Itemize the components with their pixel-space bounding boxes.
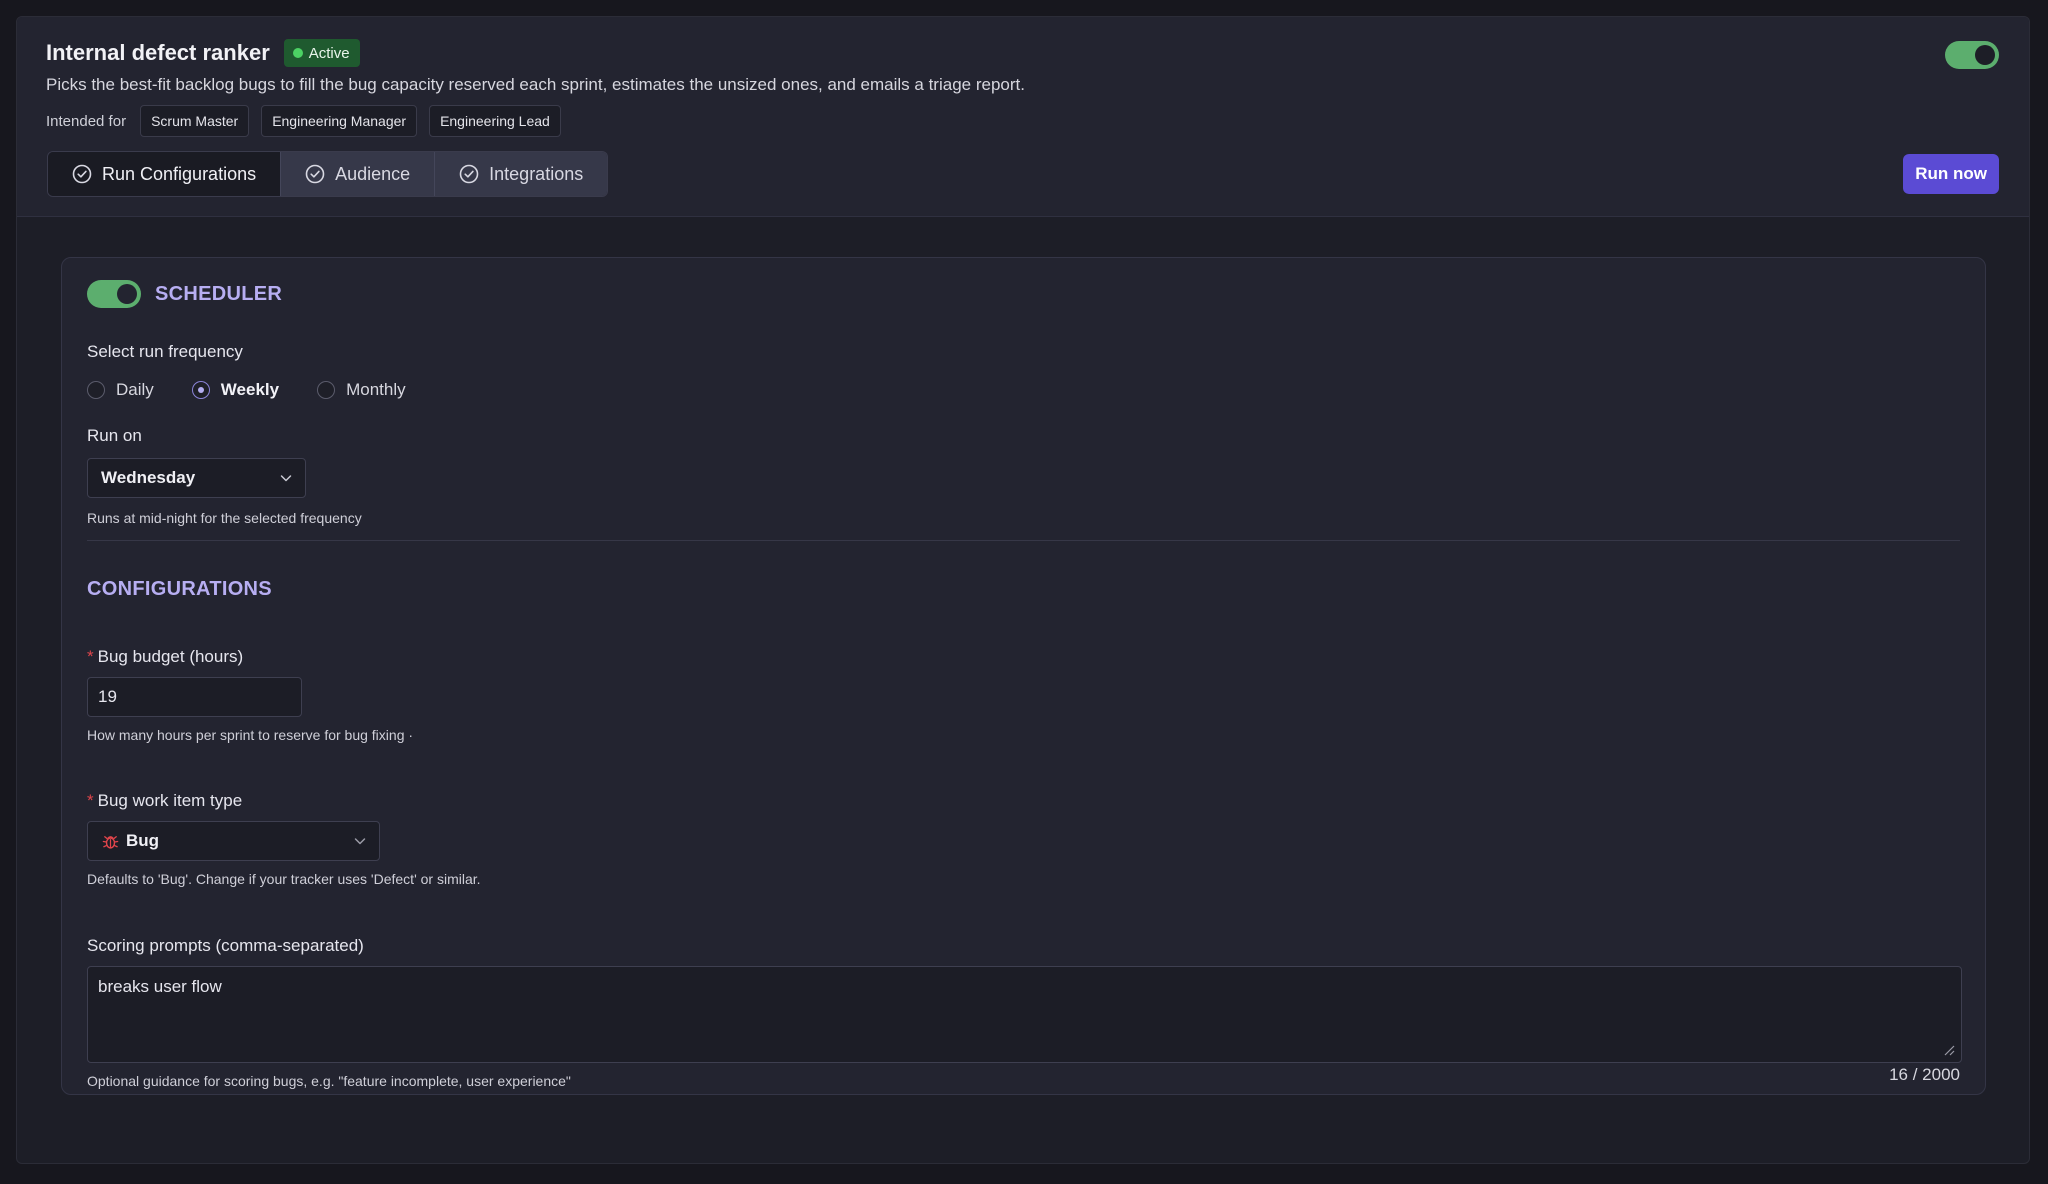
frequency-option-daily[interactable]: Daily [87, 380, 154, 400]
run-on-label: Run on [87, 426, 142, 445]
radio-label: Monthly [346, 380, 406, 399]
settings-card: SCHEDULER Select run frequency Daily Wee… [61, 257, 1986, 1095]
configurations-title: CONFIGURATIONS [87, 578, 272, 600]
page-title: Internal defect ranker [46, 40, 270, 65]
scheduler-header: SCHEDULER [87, 280, 282, 308]
bug-work-item-type-select[interactable]: Bug [87, 821, 380, 861]
bug-budget-label-text: Bug budget (hours) [97, 647, 244, 666]
resize-handle-icon[interactable] [1943, 1044, 1955, 1056]
status-badge: Active [283, 39, 360, 67]
tab-integrations[interactable]: Integrations [434, 152, 608, 196]
scoring-prompts-label: Scoring prompts (comma-separated) [87, 936, 364, 955]
required-marker: * [87, 791, 94, 810]
bug-budget-help-text: How many hours per sprint to reserve for… [87, 727, 414, 743]
tab-label: Audience [335, 163, 411, 184]
bug-work-item-type-label: * Bug work item type [87, 791, 242, 811]
scoring-prompts-textarea[interactable]: breaks user flow [87, 966, 1962, 1063]
required-marker: * [87, 647, 94, 666]
agent-description: Picks the best-fit backlog bugs to fill … [46, 75, 1025, 94]
section-divider [87, 540, 1960, 541]
bug-work-item-type-value: Bug [126, 831, 160, 850]
run-on-select[interactable]: Wednesday [87, 458, 306, 498]
frequency-option-monthly[interactable]: Monthly [317, 380, 406, 400]
radio-weekly[interactable] [191, 381, 210, 399]
agent-enabled-toggle[interactable] [1945, 41, 1999, 69]
scoring-prompts-value: breaks user flow [98, 977, 222, 996]
agent-settings-window: Internal defect ranker Active Picks the … [16, 16, 2030, 1164]
intended-for-label: Intended for [46, 112, 127, 130]
tab-run-configurations[interactable]: Run Configurations [48, 152, 281, 196]
intended-for-row: Intended for Scrum Master Engineering Ma… [46, 105, 561, 137]
character-counter: 16 / 2000 [1889, 1065, 1960, 1084]
radio-daily[interactable] [87, 381, 105, 399]
tab-label: Run Configurations [102, 163, 257, 184]
radio-label: Weekly [220, 380, 280, 399]
bug-work-item-type-label-text: Bug work item type [97, 791, 243, 810]
frequency-radio-group: Daily Weekly Monthly [87, 380, 444, 400]
chevron-down-icon [280, 475, 292, 482]
frequency-label: Select run frequency [87, 342, 243, 361]
tab-audience[interactable]: Audience [280, 152, 435, 196]
check-circle-icon [305, 164, 325, 184]
scheduler-toggle[interactable] [87, 280, 141, 308]
audience-chip: Engineering Lead [429, 105, 561, 137]
agent-header: Internal defect ranker Active Picks the … [17, 17, 2029, 217]
scheduler-help-text: Runs at mid-night for the selected frequ… [87, 510, 362, 526]
bug-work-item-type-help-text: Defaults to 'Bug'. Change if your tracke… [87, 871, 481, 887]
audience-chip: Engineering Manager [261, 105, 418, 137]
settings-tabs: Run Configurations Audience Integrations [47, 151, 609, 197]
toggle-knob [1975, 45, 1995, 65]
check-circle-icon [459, 164, 479, 184]
scoring-prompts-help-text: Optional guidance for scoring bugs, e.g.… [87, 1073, 571, 1089]
status-badge-label: Active [308, 44, 350, 62]
bug-budget-value: 19 [98, 687, 117, 706]
frequency-option-weekly[interactable]: Weekly [191, 380, 280, 400]
radio-label: Daily [116, 380, 154, 399]
radio-monthly[interactable] [317, 381, 336, 399]
chevron-down-icon [354, 838, 366, 845]
scheduler-title: SCHEDULER [155, 282, 283, 305]
run-on-value: Wednesday [101, 468, 196, 487]
run-now-button[interactable]: Run now [1903, 154, 1999, 194]
check-circle-icon [72, 164, 92, 184]
status-dot-icon [292, 48, 303, 58]
audience-chip: Scrum Master [140, 105, 250, 137]
bug-budget-input[interactable]: 19 [87, 677, 302, 717]
bug-budget-label: * Bug budget (hours) [87, 647, 243, 667]
toggle-knob [117, 284, 137, 304]
bug-icon [102, 835, 119, 849]
title-row: Internal defect ranker Active [46, 39, 360, 67]
tab-label: Integrations [489, 163, 584, 184]
